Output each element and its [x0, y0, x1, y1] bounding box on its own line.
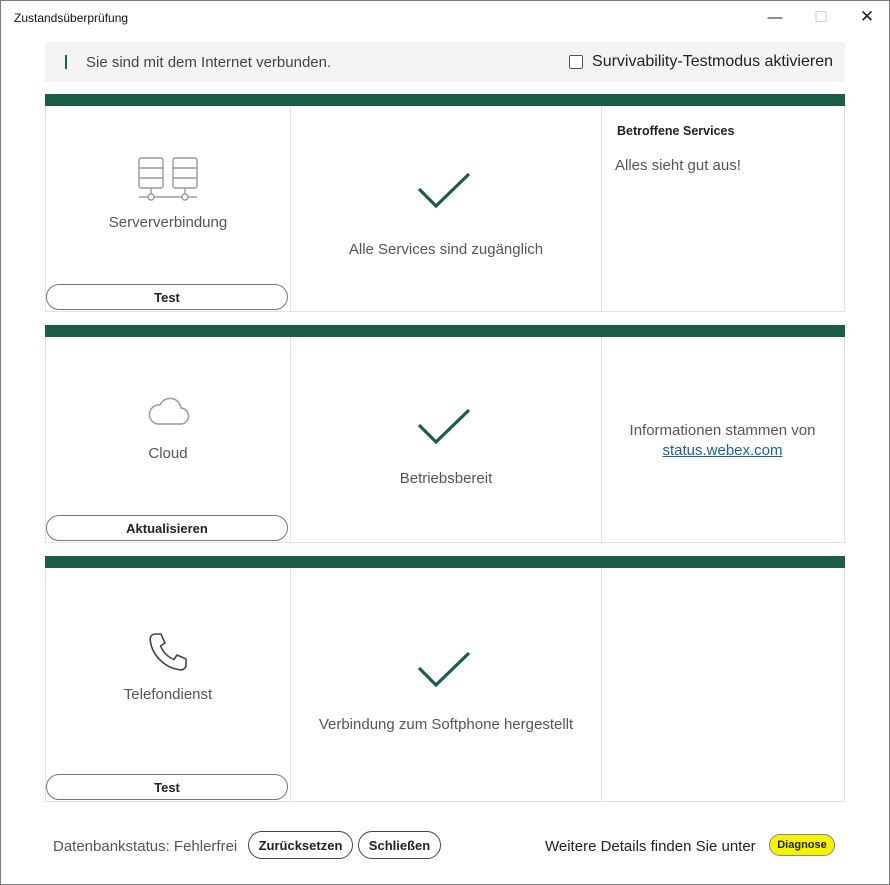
reset-button[interactable]: Zurücksetzen [248, 831, 353, 859]
maximize-icon[interactable]: ☐ [807, 7, 835, 27]
info-column: Informationen stammen von status.webex.c… [601, 337, 844, 542]
phone-service-card: Telefondienst Test Verbindung zum Softph… [45, 556, 845, 802]
status-text: Betriebsbereit [399, 470, 493, 487]
diagnose-button[interactable]: Diagnose [769, 834, 835, 856]
status-column: Verbindung zum Softphone hergestellt [290, 568, 602, 801]
connection-status-text: Sie sind mit dem Internet verbunden. [86, 54, 332, 71]
status-webex-link[interactable]: status.webex.com [662, 442, 782, 459]
card-header-band [45, 94, 845, 106]
service-column: Serververbindung Test [46, 106, 290, 311]
card-header-band [45, 556, 845, 568]
service-label: Cloud [148, 445, 188, 462]
cloud-card: Cloud Aktualisieren Betriebsbereit Infor… [45, 325, 845, 543]
service-label: Telefondienst [123, 686, 213, 703]
server-icon [46, 156, 290, 207]
survivability-toggle[interactable]: Survivability-Testmodus aktivieren [569, 53, 833, 71]
status-column: Alle Services sind zugänglich [290, 106, 602, 311]
checkmark-icon [417, 172, 471, 209]
service-label: Serververbindung [108, 214, 228, 231]
minimize-icon[interactable]: — [761, 7, 789, 27]
empty-column [601, 568, 844, 801]
service-column: Cloud Aktualisieren [46, 337, 290, 542]
affected-services-title: Betroffene Services [617, 124, 735, 138]
server-connection-card: Serververbindung Test Alle Services sind… [45, 94, 845, 312]
checkmark-icon [417, 408, 471, 445]
checkmark-icon [417, 651, 471, 688]
connection-status-bar: Sie sind mit dem Internet verbunden. Sur… [45, 42, 845, 82]
card-body: Telefondienst Test Verbindung zum Softph… [45, 568, 845, 802]
card-body: Serververbindung Test Alle Services sind… [45, 106, 845, 312]
test-button[interactable]: Test [46, 774, 288, 800]
affected-services-text: Alles sieht gut aus! [615, 157, 741, 174]
service-column: Telefondienst Test [46, 568, 290, 801]
test-button[interactable]: Test [46, 284, 288, 310]
window-title: Zustandsüberprüfung [14, 11, 129, 25]
info-source-text: Informationen stammen von [629, 422, 816, 439]
refresh-button[interactable]: Aktualisieren [46, 515, 288, 541]
phone-icon [46, 630, 290, 679]
details-text: Weitere Details finden Sie unter [545, 838, 756, 855]
cloud-icon [46, 395, 290, 432]
survivability-checkbox[interactable] [569, 55, 584, 69]
health-check-window: Zustandsüberprüfung — ☐ ✕ Sie sind mit d… [0, 0, 890, 885]
close-button[interactable]: Schließen [358, 831, 441, 859]
close-icon[interactable]: ✕ [853, 7, 881, 27]
card-body: Cloud Aktualisieren Betriebsbereit Infor… [45, 337, 845, 543]
status-text: Verbindung zum Softphone hergestellt [318, 716, 574, 733]
status-text: Alle Services sind zugänglich [348, 241, 544, 258]
connection-indicator [65, 55, 67, 69]
footer: Datenbankstatus: Fehlerfrei Zurücksetzen… [53, 831, 843, 861]
info-text: Informationen stammen von status.webex.c… [601, 421, 844, 461]
status-column: Betriebsbereit [290, 337, 602, 542]
affected-services-column: Betroffene Services Alles sieht gut aus! [601, 106, 844, 311]
survivability-label: Survivability-Testmodus aktivieren [592, 53, 833, 70]
title-bar: Zustandsüberprüfung — ☐ ✕ [1, 1, 889, 33]
database-status: Datenbankstatus: Fehlerfrei [53, 838, 238, 855]
card-header-band [45, 325, 845, 337]
